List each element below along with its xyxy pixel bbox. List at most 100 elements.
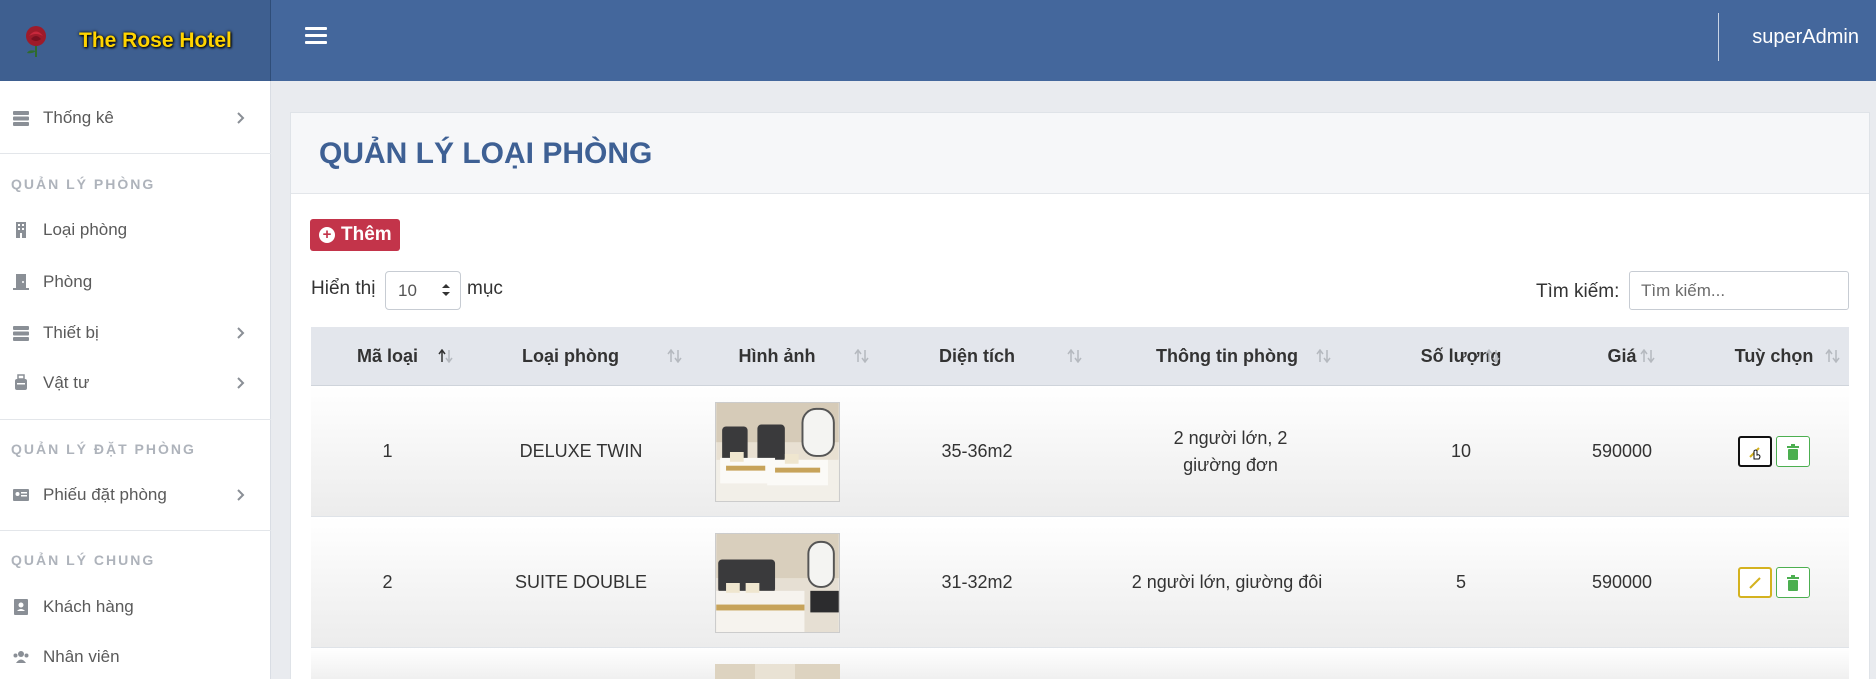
entries-label: mục [467,278,503,299]
room-photo-image [714,401,840,502]
cell-room-type: SUITE DOUBLE [514,572,648,592]
column-header-area[interactable]: Diện tích [877,327,1077,386]
column-header-label: Giá [1607,346,1637,366]
cell-id: 2 [382,572,393,592]
sort-arrows-icon [442,284,450,296]
table-row: 1 DELUXE TWIN 35-36m2 2 người lớn, 2 giư… [311,386,1849,517]
sort-arrows-icon [1640,349,1655,363]
brand[interactable]: The Rose Hotel [0,0,271,81]
id-card-icon [13,489,29,501]
sidebar-item-label: Vật tư [43,373,90,392]
sort-arrows-icon [1316,349,1331,363]
cell-quantity: 5 [1455,572,1466,592]
user-menu[interactable]: superAdmin [1752,26,1859,49]
sidebar-item-room-types[interactable]: Loại phòng [0,208,271,252]
trash-icon [1787,443,1799,460]
sidebar-item-staff[interactable]: Nhân viên [0,635,271,679]
sidebar-item-label: Nhân viên [43,647,120,666]
cell-area: 31-32m2 [941,572,1013,592]
chevron-right-icon [237,377,245,389]
pencil-icon [1749,576,1761,589]
sort-asc-icon [438,349,453,363]
sidebar-item-label: Loại phòng [43,220,128,239]
cell-options [1699,517,1849,648]
address-book-icon [14,599,28,615]
page-size-select[interactable]: 10 [385,271,461,310]
sidebar: Thống kê QUẢN LÝ PHÒNG Loại phòng Phòng … [0,81,271,679]
suitcase-icon [15,374,27,390]
cell-image [677,648,877,679]
chevron-right-icon [237,327,245,339]
cell-quantity: 10 [1450,441,1472,461]
cell-image [677,517,877,648]
table-row [311,648,1849,679]
sidebar-item-rooms[interactable]: Phòng [0,260,271,304]
chevron-right-icon [237,489,245,501]
column-header-quantity[interactable]: Số lượng [1377,327,1545,386]
column-header-label: Hình ảnh [738,346,816,366]
search-label: Tìm kiếm: [1536,281,1620,302]
sidebar-item-equipment[interactable]: Thiết bị [0,311,271,355]
sidebar-item-label: Phòng [43,272,93,291]
sidebar-item-booking-slips[interactable]: Phiếu đặt phòng [0,473,271,517]
edit-button[interactable] [1738,436,1772,467]
cell-price: 590000 [1591,441,1653,461]
table-header: Mã loại Loại phòng Hình ảnh Diện tích Th… [311,327,1849,386]
add-button-label: Thêm [341,224,392,245]
column-header-label: Loại phòng [522,346,619,366]
chevron-right-icon [237,112,245,124]
section-heading-booking: QUẢN LÝ ĐẶT PHÒNG [11,441,196,457]
delete-button[interactable] [1776,567,1810,598]
door-icon [13,274,29,290]
column-header-label: Thông tin phòng [1156,346,1298,366]
sort-arrows-icon [854,349,869,363]
column-header-label: Diện tích [938,346,1015,366]
cell-room-type: DELUXE TWIN [519,441,643,461]
cell-area: 35-36m2 [941,441,1013,461]
page-title: QUẢN LÝ LOẠI PHÒNG [319,137,653,170]
cell-room-info: 2 người lớn, 2 giường đơn [1173,427,1288,475]
search-input[interactable] [1629,271,1849,310]
sidebar-item-label: Phiếu đặt phòng [43,485,167,504]
page-size-value: 10 [398,281,417,300]
menu-toggle-icon[interactable] [305,27,327,47]
section-heading-general: QUẢN LÝ CHUNG [11,552,156,568]
column-header-label: Tuỳ chọn [1734,346,1814,366]
table-row: 2 SUITE DOUBLE 31-32m2 2 người lớn, giườ… [311,517,1849,648]
sidebar-item-label: Khách hàng [43,597,134,616]
column-header-room-info[interactable]: Thông tin phòng [1077,327,1377,386]
column-header-room-type[interactable]: Loại phòng [464,327,677,386]
sidebar-divider [0,419,271,420]
cell-image [677,386,877,517]
sidebar-divider [0,530,271,531]
sidebar-item-label: Thiết bị [43,323,99,342]
rose-logo-icon [26,25,46,57]
add-button[interactable]: + Thêm [310,219,400,251]
cell-price: 590000 [1591,572,1653,592]
sidebar-item-supplies[interactable]: Vật tư [0,361,271,405]
section-heading-rooms: QUẢN LÝ PHÒNG [11,176,156,192]
edit-button[interactable] [1738,567,1772,598]
page-size-label: Hiển thị [311,278,376,299]
cell-options [1699,386,1849,517]
room-photo-image [714,532,840,633]
column-header-price[interactable]: Giá [1545,327,1699,386]
sidebar-divider [0,153,271,154]
sort-arrows-icon [1485,349,1500,363]
column-header-image[interactable]: Hình ảnh [677,327,877,386]
delete-button[interactable] [1776,436,1810,467]
sidebar-item-stats[interactable]: Thống kê [0,96,271,140]
users-icon [13,651,29,663]
sidebar-item-label: Thống kê [43,108,114,127]
top-bar: The Rose Hotel superAdmin [0,0,1876,81]
server-icon [13,111,29,126]
room-photo-image [714,664,840,679]
plus-circle-icon: + [319,227,335,243]
brand-name: The Rose Hotel [79,28,232,52]
header-divider [1718,13,1719,61]
column-header-label: Mã loại [356,346,418,366]
building-icon [16,222,26,238]
cell-id: 1 [382,441,393,461]
sidebar-item-customers[interactable]: Khách hàng [0,585,271,629]
pencil-icon [1749,446,1761,459]
